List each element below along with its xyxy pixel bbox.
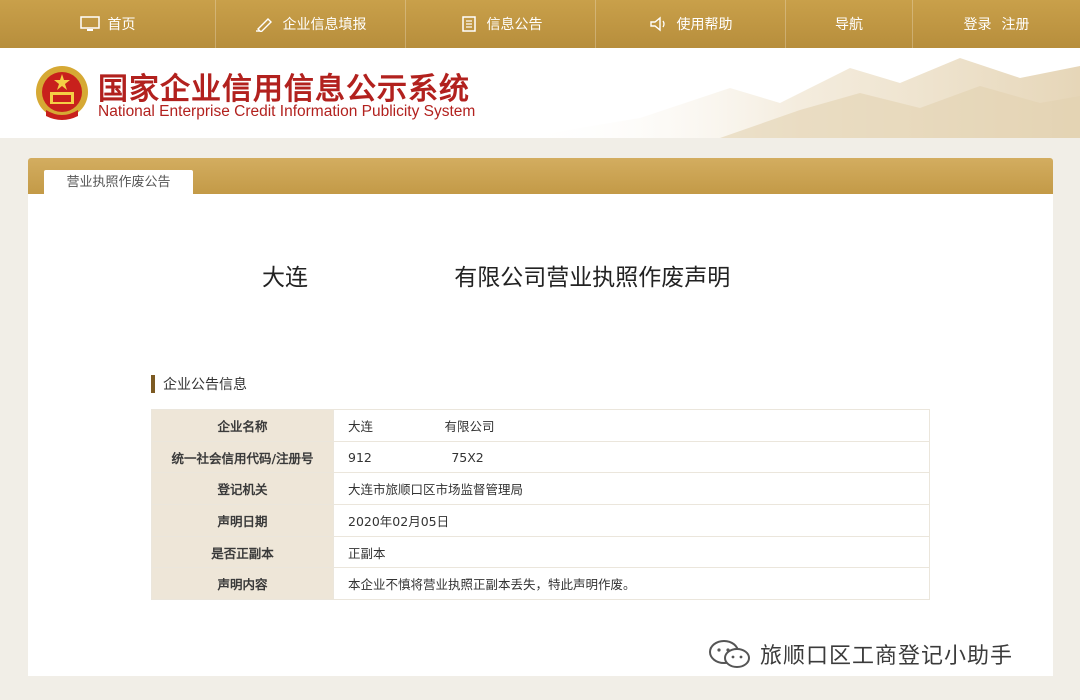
top-navigation: 首页 企业信息填报 信息公告 使用帮助 导航 登录 注册 bbox=[0, 0, 1080, 48]
speaker-icon bbox=[649, 16, 665, 32]
row-label: 声明日期 bbox=[151, 504, 334, 537]
nav-guide-label: 导航 bbox=[835, 17, 863, 33]
nav-help[interactable]: 使用帮助 bbox=[596, 0, 786, 48]
table-row: 声明日期 2020年02月05日 bbox=[151, 504, 930, 537]
nav-report-label: 企业信息填报 bbox=[282, 17, 367, 33]
table-row: 声明内容 本企业不慎将营业执照正副本丢失，特此声明作废。 bbox=[151, 567, 930, 601]
row-label: 登记机关 bbox=[151, 472, 334, 506]
notice-title: 大连 有限公司营业执照作废声明 bbox=[262, 265, 731, 291]
row-value: 正副本 bbox=[333, 535, 930, 569]
nav-home[interactable]: 首页 bbox=[0, 0, 216, 48]
site-header: 国家企业信用信息公示系统 National Enterprise Credit … bbox=[0, 48, 1080, 138]
notice-info-table: 企业名称 大连 有限公司 统一社会信用代码/注册号 912 75X2 登记机关 … bbox=[151, 409, 930, 601]
national-emblem-icon bbox=[36, 66, 88, 120]
account-watermark: 旅顺口区工商登记小助手 bbox=[708, 634, 1013, 674]
auth-links: 登录 注册 bbox=[913, 0, 1080, 48]
row-value: 912 75X2 bbox=[333, 440, 930, 474]
section-label: 企业公告信息 bbox=[163, 377, 247, 393]
row-label: 企业名称 bbox=[151, 409, 334, 442]
row-value: 2020年02月05日 bbox=[333, 504, 930, 537]
row-label: 统一社会信用代码/注册号 bbox=[151, 440, 334, 474]
register-link[interactable]: 注册 bbox=[1002, 14, 1030, 34]
pen-icon bbox=[255, 18, 272, 32]
table-row: 是否正副本 正副本 bbox=[151, 535, 930, 569]
tab-license-void-notice[interactable]: 营业执照作废公告 bbox=[44, 170, 193, 195]
wechat-icon bbox=[709, 640, 750, 668]
row-value: 大连市旅顺口区市场监督管理局 bbox=[333, 472, 930, 506]
mountain-decoration bbox=[520, 58, 1080, 138]
table-row: 登记机关 大连市旅顺口区市场监督管理局 bbox=[151, 472, 930, 506]
watermark-text: 旅顺口区工商登记小助手 bbox=[760, 644, 1014, 669]
document-icon bbox=[461, 16, 476, 32]
row-label: 是否正副本 bbox=[151, 535, 334, 569]
page-footer-strip bbox=[0, 676, 1080, 700]
row-label: 声明内容 bbox=[151, 567, 334, 601]
section-marker bbox=[151, 375, 155, 393]
row-value: 大连 有限公司 bbox=[333, 409, 930, 442]
nav-notice[interactable]: 信息公告 bbox=[406, 0, 596, 48]
site-title-english: National Enterprise Credit Information P… bbox=[98, 103, 476, 120]
table-row: 统一社会信用代码/注册号 912 75X2 bbox=[151, 440, 930, 474]
row-value: 本企业不慎将营业执照正副本丢失，特此声明作废。 bbox=[333, 567, 930, 601]
monitor-icon bbox=[79, 16, 100, 31]
section-heading: 企业公告信息 bbox=[151, 375, 247, 393]
nav-help-label: 使用帮助 bbox=[676, 17, 733, 33]
table-row: 企业名称 大连 有限公司 bbox=[151, 409, 930, 442]
login-link[interactable]: 登录 bbox=[964, 14, 992, 34]
nav-guide[interactable]: 导航 bbox=[786, 0, 913, 48]
nav-home-label: 首页 bbox=[107, 17, 136, 33]
nav-report[interactable]: 企业信息填报 bbox=[216, 0, 406, 48]
nav-notice-label: 信息公告 bbox=[486, 17, 543, 33]
site-title-chinese: 国家企业信用信息公示系统 bbox=[98, 72, 470, 107]
